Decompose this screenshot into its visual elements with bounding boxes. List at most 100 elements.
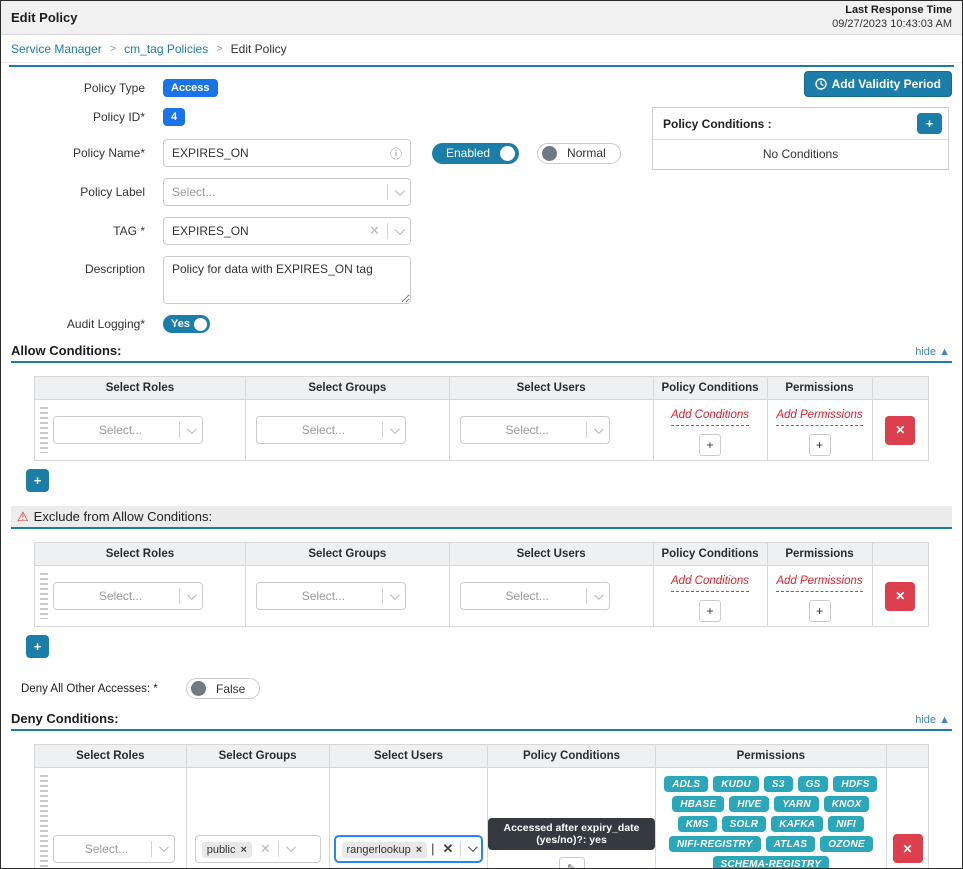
add-exclude-condition-row-button[interactable]: + <box>26 635 49 658</box>
exclude-select-roles[interactable]: Select... <box>53 582 203 610</box>
allow-conditions-header: Allow Conditions: hide ▲ <box>11 341 952 363</box>
add-policy-condition-button[interactable]: + <box>917 113 942 134</box>
chevron-down-icon <box>395 186 405 196</box>
policy-type-label: Policy Type <box>11 81 163 95</box>
remove-chip-icon[interactable]: × <box>416 844 422 856</box>
add-conditions-button[interactable]: + <box>699 434 721 456</box>
column-header: Permissions <box>655 745 887 768</box>
remove-chip-icon[interactable]: × <box>240 844 246 856</box>
exclude-allow-conditions-table: Select Roles Select Groups Select Users … <box>34 542 929 627</box>
breadcrumb-cm-tag-policies[interactable]: cm_tag Policies <box>124 42 208 56</box>
drag-handle[interactable] <box>40 407 48 453</box>
clear-icon[interactable]: ✕ <box>439 841 461 857</box>
allow-select-groups[interactable]: Select... <box>256 416 406 444</box>
clear-icon[interactable]: ✕ <box>256 841 278 857</box>
policy-name-label: Policy Name* <box>11 146 163 160</box>
permission-chip: HDFS <box>833 776 877 792</box>
deny-select-groups[interactable]: public× ✕ <box>195 835 321 863</box>
add-conditions-button[interactable]: + <box>699 600 721 622</box>
plus-icon: + <box>34 473 42 488</box>
enabled-toggle[interactable]: Enabled <box>432 143 519 164</box>
add-allow-condition-row-button[interactable]: + <box>26 469 49 492</box>
delete-row-button[interactable]: ✕ <box>885 416 915 445</box>
breadcrumb-separator-icon: > <box>110 43 116 55</box>
normal-toggle-label: Normal <box>567 146 606 160</box>
divider <box>382 422 383 438</box>
permission-chip: GS <box>798 776 829 792</box>
column-header <box>872 377 928 400</box>
divider <box>387 184 388 200</box>
plus-icon: + <box>707 604 714 618</box>
audit-logging-label: Audit Logging* <box>11 317 163 331</box>
add-permissions-link[interactable]: Add Permissions <box>776 575 862 592</box>
add-validity-period-button[interactable]: Add Validity Period <box>804 71 952 97</box>
page-title: Edit Policy <box>11 10 77 25</box>
plus-icon: + <box>707 438 714 452</box>
deny-conditions-hide-link[interactable]: hide ▲ <box>915 714 950 726</box>
chevron-down-icon <box>159 842 169 852</box>
column-header: Select Groups <box>245 377 449 400</box>
toggle-knob <box>542 146 557 161</box>
chevron-up-icon: ▲ <box>939 346 950 358</box>
normal-override-toggle[interactable]: Normal <box>537 143 621 164</box>
drag-handle[interactable] <box>40 573 48 619</box>
text-cursor: | <box>431 841 434 856</box>
add-permissions-link[interactable]: Add Permissions <box>776 409 862 426</box>
plus-icon: + <box>816 438 823 452</box>
column-header: Select Users <box>449 377 653 400</box>
delete-row-button[interactable]: ✕ <box>885 582 915 611</box>
policy-name-value: EXPIRES_ON <box>172 146 390 160</box>
chevron-down-icon <box>395 225 405 235</box>
breadcrumb-service-manager[interactable]: Service Manager <box>11 42 102 56</box>
deny-select-roles[interactable]: Select... <box>53 835 175 863</box>
breadcrumb-separator-icon: > <box>216 43 222 55</box>
allow-select-users[interactable]: Select... <box>460 416 610 444</box>
permission-chip: YARN <box>774 796 818 812</box>
tag-select[interactable]: EXPIRES_ON ✕ <box>163 217 411 245</box>
policy-name-input[interactable]: EXPIRES_ON ⓘ <box>163 139 411 167</box>
allow-conditions-hide-link[interactable]: hide ▲ <box>915 346 950 358</box>
column-header: Select Roles <box>35 543 246 566</box>
policy-type-badge: Access <box>163 79 218 97</box>
tag-value: EXPIRES_ON <box>172 224 365 238</box>
audit-logging-toggle[interactable]: Yes <box>163 315 210 333</box>
warning-icon: ⚠ <box>17 510 29 523</box>
add-conditions-link[interactable]: Add Conditions <box>671 575 749 592</box>
exclude-allow-title: Exclude from Allow Conditions: <box>34 509 212 524</box>
deny-conditions-title: Deny Conditions: <box>11 711 119 726</box>
plus-icon: + <box>34 639 42 654</box>
description-textarea[interactable]: Policy for data with EXPIRES_ON tag <box>163 256 411 304</box>
description-label: Description <box>11 256 163 276</box>
exclude-select-users[interactable]: Select... <box>460 582 610 610</box>
permission-chip: NIFI <box>828 816 864 832</box>
plus-icon: + <box>926 116 934 131</box>
deny-all-toggle-label: False <box>216 682 245 696</box>
close-icon: ✕ <box>903 842 913 856</box>
allow-select-roles[interactable]: Select... <box>53 416 203 444</box>
permission-chip: OZONE <box>820 836 873 852</box>
policy-label-select[interactable]: Select... <box>163 178 411 206</box>
deny-select-users[interactable]: rangerlookup× | ✕ <box>334 835 484 863</box>
delete-row-button[interactable]: ✕ <box>893 834 923 863</box>
deny-conditions-header: Deny Conditions: hide ▲ <box>11 709 952 731</box>
deny-all-toggle[interactable]: False <box>186 678 260 699</box>
divider <box>278 841 279 857</box>
column-header: Select Groups <box>245 543 449 566</box>
permission-chip: NIFI-REGISTRY <box>669 836 761 852</box>
exclude-select-groups[interactable]: Select... <box>256 582 406 610</box>
edit-conditions-button[interactable]: ✎ <box>559 857 585 869</box>
group-chip[interactable]: public× <box>202 842 252 858</box>
divider <box>179 422 180 438</box>
exclude-allow-header: ⚠ Exclude from Allow Conditions: <box>11 506 952 529</box>
add-conditions-link[interactable]: Add Conditions <box>671 409 749 426</box>
column-header: Select Roles <box>35 377 246 400</box>
clear-icon[interactable]: ✕ <box>365 223 387 239</box>
toggle-knob <box>194 318 207 331</box>
drag-handle[interactable] <box>40 775 48 869</box>
add-permissions-button[interactable]: + <box>809 600 831 622</box>
permission-chip: KAFKA <box>771 816 823 832</box>
chevron-down-icon <box>594 590 604 600</box>
add-permissions-button[interactable]: + <box>809 434 831 456</box>
chevron-down-icon <box>390 424 400 434</box>
user-chip[interactable]: rangerlookup× <box>342 842 428 858</box>
